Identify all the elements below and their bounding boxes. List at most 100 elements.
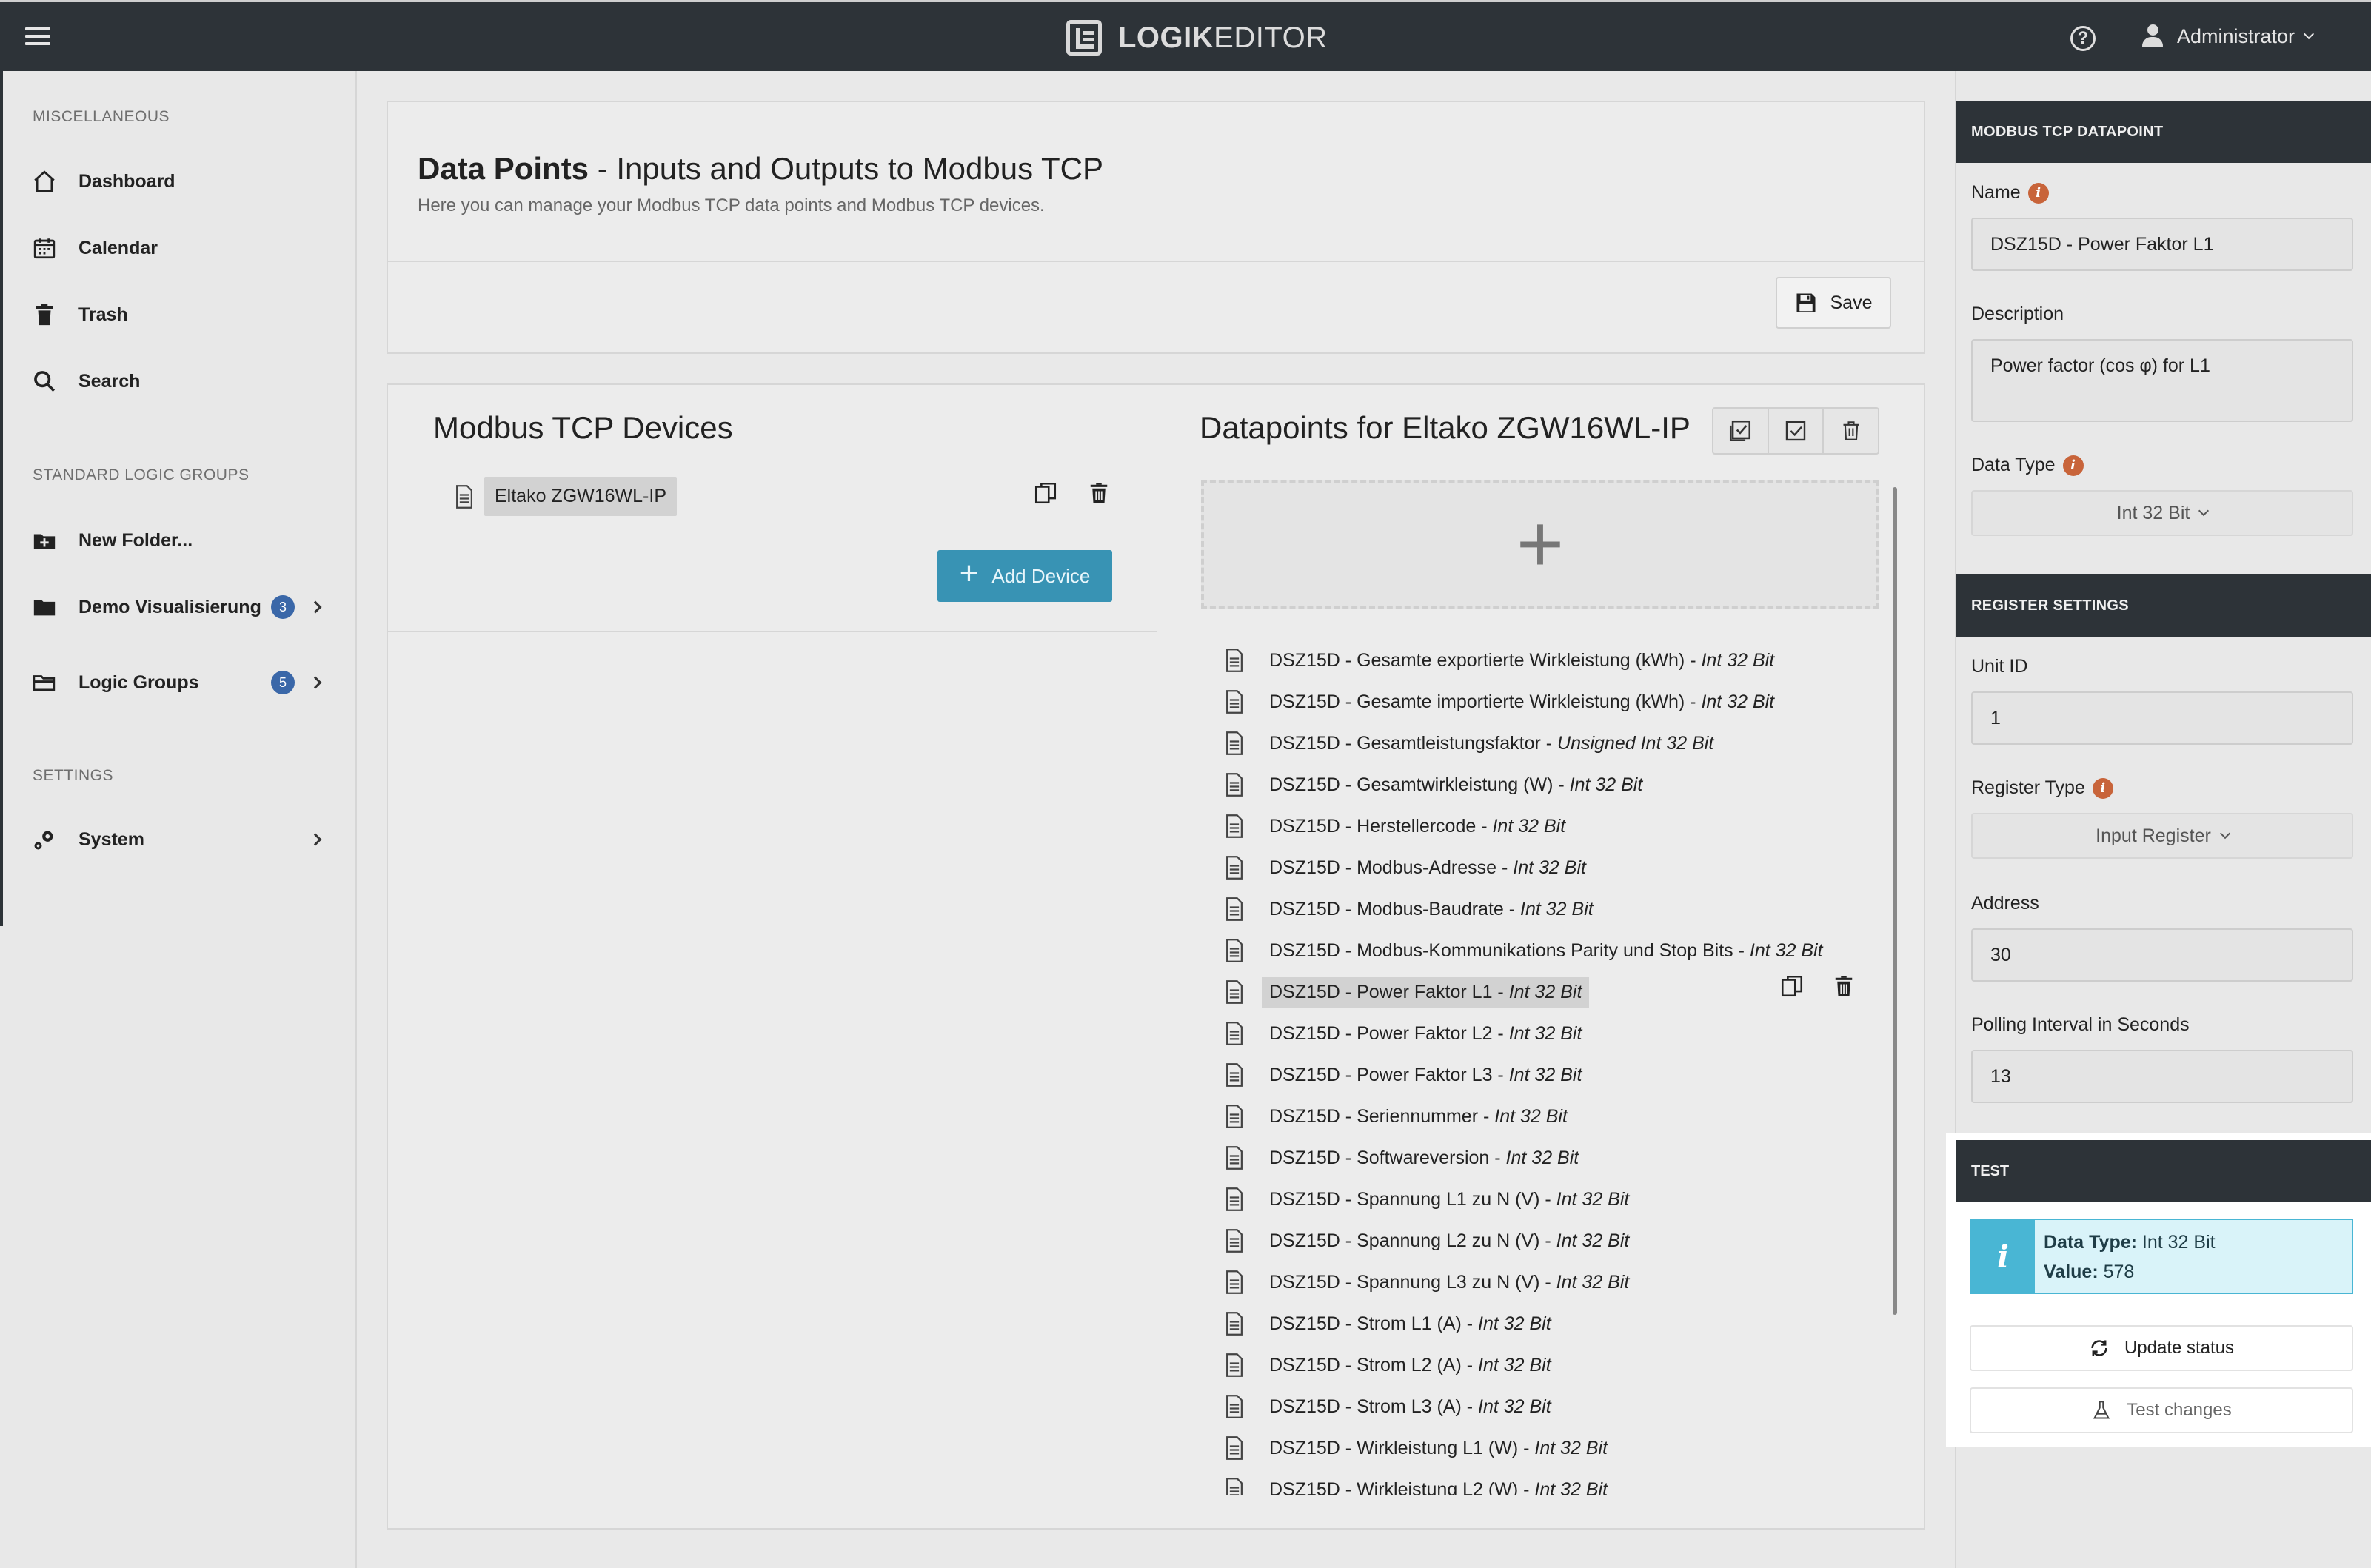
datapoint-row[interactable]: DSZ15D - Modbus-Adresse - Int 32 Bit: [1219, 847, 1863, 888]
datapoint-row[interactable]: DSZ15D - Strom L2 (A) - Int 32 Bit: [1219, 1344, 1863, 1386]
document-icon: [1226, 1353, 1243, 1377]
datapoint-row[interactable]: DSZ15D - Spannung L2 zu N (V) - Int 32 B…: [1219, 1220, 1863, 1262]
datapoint-label: DSZ15D - Spannung L2 zu N (V) - Int 32 B…: [1269, 1230, 1630, 1251]
delete-selected-button[interactable]: [1824, 409, 1878, 453]
sidebar-item-logic-groups[interactable]: Logic Groups 5: [30, 660, 333, 705]
search-icon: [30, 366, 59, 396]
device-item[interactable]: Eltako ZGW16WL-IP: [455, 477, 677, 516]
devices-divider: [388, 631, 1157, 632]
sidebar-item-label: Search: [78, 370, 141, 392]
sidebar-item-demo-visualisierung[interactable]: Demo Visualisierung 3: [30, 585, 333, 629]
copy-device-icon[interactable]: [1031, 478, 1060, 508]
datapoint-row[interactable]: DSZ15D - Gesamtleistungsfaktor - Unsigne…: [1219, 723, 1863, 764]
logikeditor-logo-icon: [1066, 20, 1102, 56]
info-icon[interactable]: i: [2027, 182, 2049, 204]
info-icon[interactable]: i: [2062, 455, 2084, 476]
name-input[interactable]: DSZ15D - Power Faktor L1: [1971, 218, 2353, 271]
unit-id-label: Unit ID: [1971, 656, 2028, 677]
add-datapoint-dropzone[interactable]: +: [1201, 480, 1879, 609]
datapoint-row[interactable]: DSZ15D - Herstellercode - Int 32 Bit: [1219, 805, 1863, 847]
delete-device-icon[interactable]: [1084, 478, 1114, 508]
sidebar-item-new-folder[interactable]: New Folder...: [30, 518, 333, 563]
datapoint-label: DSZ15D - Spannung L1 zu N (V) - Int 32 B…: [1269, 1188, 1630, 1210]
sidebar-item-label: Logic Groups: [78, 671, 199, 693]
chevron-right-icon: [309, 676, 322, 689]
datapoint-list: DSZ15D - Gesamte exportierte Wirkleistun…: [1219, 640, 1863, 1495]
update-status-button[interactable]: Update status: [1970, 1325, 2353, 1371]
document-icon: [1226, 814, 1243, 838]
update-status-label: Update status: [2124, 1338, 2235, 1358]
datapoint-row[interactable]: DSZ15D - Spannung L1 zu N (V) - Int 32 B…: [1219, 1179, 1863, 1220]
polling-interval-input[interactable]: 13: [1971, 1050, 2353, 1103]
test-changes-button[interactable]: Test changes: [1970, 1387, 2353, 1433]
datapoint-row[interactable]: DSZ15D - Gesamtwirkleistung (W) - Int 32…: [1219, 764, 1863, 805]
document-icon: [1226, 1022, 1243, 1045]
info-icon[interactable]: i: [2092, 777, 2113, 799]
add-device-button[interactable]: + Add Device: [937, 550, 1112, 602]
sidebar-accent-bar: [0, 71, 3, 926]
address-input[interactable]: 30: [1971, 928, 2353, 982]
sidebar-item-label: Trash: [78, 304, 128, 325]
data-type-select[interactable]: Int 32 Bit: [1971, 490, 2353, 536]
brand-logo[interactable]: LOGIKEDITOR: [1066, 19, 1328, 57]
sidebar-item-dashboard[interactable]: Dashboard: [30, 159, 333, 204]
datapoint-row[interactable]: DSZ15D - Softwareversion - Int 32 Bit: [1219, 1137, 1863, 1179]
register-type-select[interactable]: Input Register: [1971, 813, 2353, 859]
test-result-alert: i Data Type: Int 32 Bit Value: 578: [1970, 1219, 2353, 1294]
datapoint-row[interactable]: DSZ15D - Spannung L3 zu N (V) - Int 32 B…: [1219, 1262, 1863, 1303]
datapoint-label: DSZ15D - Modbus-Adresse - Int 32 Bit: [1269, 857, 1586, 878]
document-icon: [1226, 1436, 1243, 1460]
document-icon: [1226, 649, 1243, 672]
top-bar: LOGIKEDITOR ? Administrator: [0, 0, 2371, 71]
datapoint-row[interactable]: DSZ15D - Gesamte importierte Wirkleistun…: [1219, 681, 1863, 723]
document-icon: [1226, 1146, 1243, 1170]
datapoint-label: DSZ15D - Gesamte exportierte Wirkleistun…: [1269, 649, 1775, 671]
delete-datapoint-icon[interactable]: [1829, 971, 1859, 1001]
sidebar-item-trash[interactable]: Trash: [30, 292, 333, 337]
datapoint-label: DSZ15D - Spannung L3 zu N (V) - Int 32 B…: [1269, 1271, 1630, 1293]
description-textarea[interactable]: Power factor (cos φ) for L1: [1971, 339, 2353, 422]
info-icon: i: [1971, 1220, 2035, 1293]
datapoint-row[interactable]: DSZ15D - Gesamte exportierte Wirkleistun…: [1219, 640, 1863, 681]
header-divider: [388, 261, 1924, 262]
document-icon: [1226, 731, 1243, 755]
sidebar-item-search[interactable]: Search: [30, 359, 333, 403]
datapoint-row[interactable]: DSZ15D - Wirkleistung L2 (W) - Int 32 Bi…: [1219, 1469, 1863, 1495]
datapoint-row[interactable]: DSZ15D - Power Faktor L3 - Int 32 Bit: [1219, 1054, 1863, 1096]
register-type-label: Register Type i: [1971, 777, 2113, 799]
add-device-label: Add Device: [991, 564, 1091, 587]
brand-name: LOGIKEDITOR: [1118, 21, 1328, 54]
document-icon: [1226, 1478, 1243, 1495]
device-label: Eltako ZGW16WL-IP: [484, 477, 677, 516]
datapoint-row[interactable]: DSZ15D - Power Faktor L1 - Int 32 Bit: [1219, 971, 1863, 1013]
devices-title: Modbus TCP Devices: [433, 410, 733, 445]
datapoint-row[interactable]: DSZ15D - Strom L1 (A) - Int 32 Bit: [1219, 1303, 1863, 1344]
document-icon: [1226, 1105, 1243, 1128]
register-heading: REGISTER SETTINGS: [1956, 574, 2371, 637]
sidebar-item-calendar[interactable]: Calendar: [30, 226, 333, 270]
sidebar-item-system[interactable]: System: [30, 817, 333, 862]
datapoint-label: DSZ15D - Gesamtwirkleistung (W) - Int 32…: [1269, 774, 1643, 795]
select-all-button[interactable]: [1713, 409, 1769, 453]
sidebar-item-label: System: [78, 828, 144, 850]
datapoint-row[interactable]: DSZ15D - Strom L3 (A) - Int 32 Bit: [1219, 1386, 1863, 1427]
datapoint-label: DSZ15D - Power Faktor L2 - Int 32 Bit: [1269, 1022, 1582, 1044]
user-menu[interactable]: Administrator: [2141, 24, 2315, 48]
hamburger-menu-icon[interactable]: [25, 27, 50, 48]
unit-id-input[interactable]: 1: [1971, 691, 2353, 745]
copy-datapoint-icon[interactable]: [1777, 971, 1807, 1001]
address-label: Address: [1971, 893, 2039, 914]
datapoint-row[interactable]: DSZ15D - Wirkleistung L1 (W) - Int 32 Bi…: [1219, 1427, 1863, 1469]
datapoint-row[interactable]: DSZ15D - Seriennummer - Int 32 Bit: [1219, 1096, 1863, 1137]
datapoint-row[interactable]: DSZ15D - Modbus-Baudrate - Int 32 Bit: [1219, 888, 1863, 930]
datapoint-label: DSZ15D - Power Faktor L3 - Int 32 Bit: [1269, 1064, 1582, 1085]
datapoint-row[interactable]: DSZ15D - Power Faktor L2 - Int 32 Bit: [1219, 1013, 1863, 1054]
datapoint-row[interactable]: DSZ15D - Modbus-Kommunikations Parity un…: [1219, 930, 1863, 971]
save-button[interactable]: Save: [1776, 277, 1891, 329]
document-icon: [1226, 1395, 1243, 1418]
data-type-label-text: Data Type: [1971, 455, 2056, 475]
datapoint-list-scrollbar[interactable]: [1893, 487, 1897, 1315]
check-button[interactable]: [1769, 409, 1825, 453]
datapoint-label: DSZ15D - Wirkleistung L1 (W) - Int 32 Bi…: [1269, 1437, 1608, 1458]
help-icon[interactable]: ?: [2070, 26, 2096, 51]
